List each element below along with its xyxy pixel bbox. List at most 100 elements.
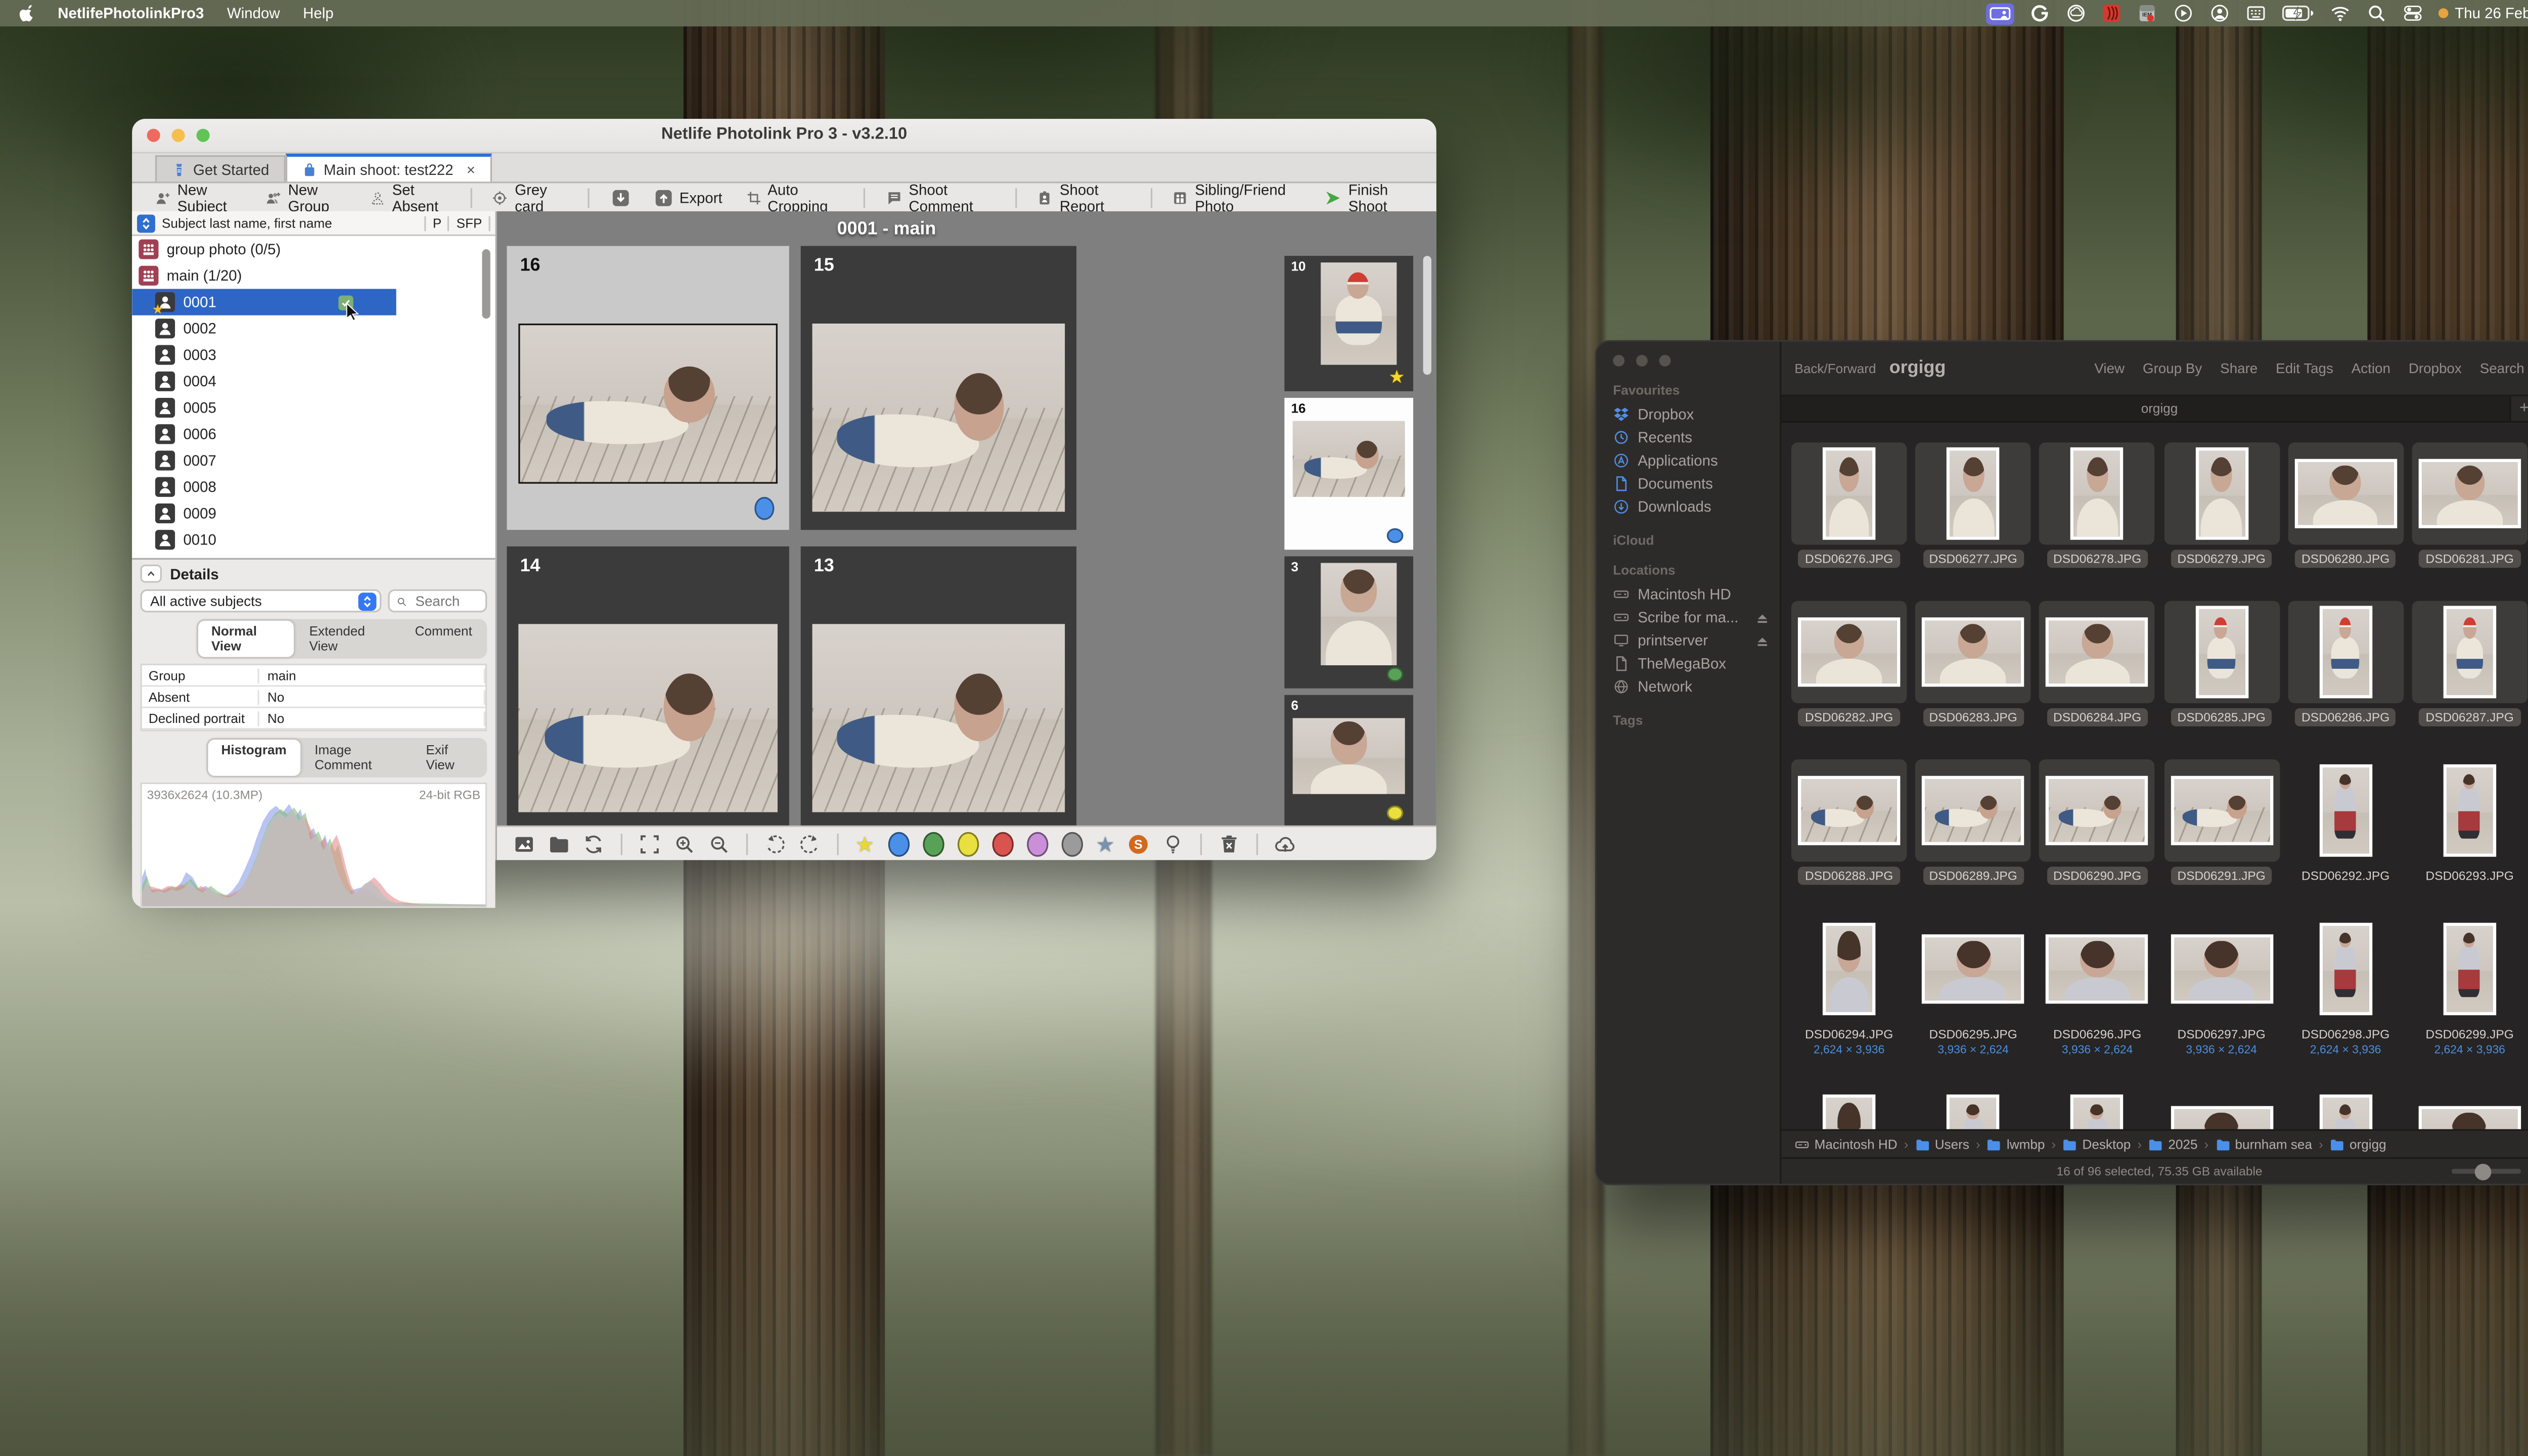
path-item-burnham-sea[interactable]: burnham sea xyxy=(2215,1136,2312,1152)
file-thumbnail[interactable] xyxy=(2412,759,2527,861)
color-tag-dot[interactable] xyxy=(922,831,944,856)
finder-action-view[interactable]: View xyxy=(2094,360,2125,377)
cloud-upload-icon[interactable] xyxy=(1275,833,1296,854)
finder-action-search[interactable]: Search xyxy=(2480,360,2524,377)
file-dsd06279-jpg[interactable]: DSD06279.JPG xyxy=(2163,442,2279,568)
color-tag-dot[interactable] xyxy=(1026,831,1048,856)
finder-action-edit-tags[interactable]: Edit Tags xyxy=(2276,360,2333,377)
filmstrip-card-16[interactable]: 16 xyxy=(1284,397,1414,550)
tab-comment[interactable]: Comment xyxy=(401,621,485,657)
export-button[interactable]: Export xyxy=(643,185,732,211)
file-dsd06288-jpg[interactable]: DSD06288.JPG xyxy=(1791,759,1907,885)
file-partial[interactable] xyxy=(2412,1089,2527,1129)
file-thumbnail[interactable] xyxy=(2288,759,2404,861)
file-partial[interactable] xyxy=(2163,1089,2279,1129)
path-item-macintosh-hd[interactable]: Macintosh HD xyxy=(1794,1136,1898,1152)
file-thumbnail[interactable] xyxy=(2040,918,2155,1020)
photo-card-16[interactable]: 16 xyxy=(507,246,789,530)
file-thumbnail[interactable] xyxy=(2163,601,2279,704)
file-thumbnail[interactable] xyxy=(2039,442,2155,545)
file-thumbnail[interactable] xyxy=(2288,1089,2404,1129)
file-thumbnail[interactable] xyxy=(1915,918,2031,1020)
photo-card-13[interactable]: 13 xyxy=(800,546,1076,831)
color-marker[interactable] xyxy=(754,496,775,520)
path-item-lwmbp[interactable]: lwmbp xyxy=(1987,1136,2045,1152)
sidebar-item-applications[interactable]: Applications xyxy=(1613,449,1780,472)
collapse-details-button[interactable] xyxy=(140,564,162,583)
file-thumbnail[interactable] xyxy=(1791,759,1907,862)
file-thumbnail[interactable] xyxy=(2039,759,2155,862)
file-thumbnail[interactable] xyxy=(1915,759,2031,862)
search-input[interactable] xyxy=(412,590,479,611)
file-dsd06298-jpg[interactable]: DSD06298.JPG 2,624 × 3,936 xyxy=(2288,918,2404,1057)
tab-extended-view[interactable]: Extended View xyxy=(296,621,400,657)
menu-app-name[interactable]: NetlifePhotolinkPro3 xyxy=(58,5,204,22)
image-icon[interactable] xyxy=(514,833,535,854)
apple-menu-icon[interactable] xyxy=(17,4,35,23)
file-thumbnail[interactable] xyxy=(1915,1089,2031,1129)
subject-list-header[interactable]: Subject last name, first name P SFP xyxy=(132,211,495,236)
file-partial[interactable] xyxy=(2288,1089,2404,1129)
sibling-friend-photo-button[interactable]: Sibling/Friend Photo xyxy=(1163,181,1311,214)
zoom-in-icon[interactable] xyxy=(673,833,695,854)
finder-close-button[interactable] xyxy=(1613,355,1625,367)
bulb-icon[interactable] xyxy=(1163,833,1184,854)
file-dsd06284-jpg[interactable]: DSD06284.JPG xyxy=(2039,601,2155,726)
file-dsd06286-jpg[interactable]: DSD06286.JPG xyxy=(2287,601,2404,726)
file-dsd06294-jpg[interactable]: DSD06294.JPG 2,624 × 3,936 xyxy=(1791,918,1907,1057)
color-tag-dot[interactable] xyxy=(957,831,979,856)
path-item-users[interactable]: Users xyxy=(1915,1136,1969,1152)
file-dsd06276-jpg[interactable]: DSD06276.JPG xyxy=(1791,442,1907,568)
grey-card-button[interactable]: Grey card xyxy=(483,181,576,214)
account-circle-icon[interactable] xyxy=(2209,4,2230,23)
finish-shoot-button[interactable]: Finish Shoot xyxy=(1314,181,1423,214)
photo-thumbnail[interactable] xyxy=(518,324,778,484)
file-dsd06278-jpg[interactable]: DSD06278.JPG xyxy=(2039,442,2155,568)
finder-action-action[interactable]: Action xyxy=(2352,360,2390,377)
file-dsd06280-jpg[interactable]: DSD06280.JPG xyxy=(2287,442,2404,568)
shoot-comment-button[interactable]: Shoot Comment xyxy=(877,181,1003,214)
subject-row-0002[interactable]: 0002 xyxy=(132,315,495,342)
file-thumbnail[interactable] xyxy=(1915,601,2031,704)
path-item-2025[interactable]: 2025 xyxy=(2148,1136,2197,1152)
sidebar-item-scribe-for-ma[interactable]: Scribe for ma... xyxy=(1613,606,1780,629)
file-thumbnail[interactable] xyxy=(1791,918,1907,1020)
red-media-icon[interactable] xyxy=(2102,4,2121,23)
file-dsd06285-jpg[interactable]: DSD06285.JPG xyxy=(2163,601,2279,726)
sidebar-item-themegabox[interactable]: TheMegaBox xyxy=(1613,652,1780,675)
file-thumbnail[interactable] xyxy=(1791,601,1907,704)
new-tab-button[interactable]: + xyxy=(2509,396,2528,421)
battery-icon[interactable] xyxy=(2281,4,2314,23)
file-thumbnail[interactable] xyxy=(2412,601,2527,704)
filmstrip-card-6[interactable]: 6 xyxy=(1284,695,1414,827)
sidebar-item-network[interactable]: Network xyxy=(1613,675,1780,699)
file-dsd06282-jpg[interactable]: DSD06282.JPG xyxy=(1791,601,1907,726)
wifi-icon[interactable] xyxy=(2329,4,2351,23)
file-thumbnail[interactable] xyxy=(2287,601,2404,704)
file-dsd06287-jpg[interactable]: DSD06287.JPG xyxy=(2412,601,2527,726)
file-thumbnail[interactable] xyxy=(2412,442,2527,545)
file-dsd06293-jpg[interactable]: DSD06293.JPG xyxy=(2412,759,2527,885)
grammarly-icon[interactable] xyxy=(2029,4,2050,23)
filmstrip-card-3[interactable]: 3 xyxy=(1284,556,1414,689)
slider-knob[interactable] xyxy=(2474,1163,2492,1180)
file-thumbnail[interactable] xyxy=(2040,1089,2155,1129)
file-partial[interactable] xyxy=(1791,1089,1907,1129)
filmstrip-card-10[interactable]: 10 ★ xyxy=(1284,256,1414,391)
file-dsd06283-jpg[interactable]: DSD06283.JPG xyxy=(1915,601,2031,726)
file-dsd06289-jpg[interactable]: DSD06289.JPG xyxy=(1915,759,2031,885)
file-dsd06297-jpg[interactable]: DSD06297.JPG 3,936 × 2,624 xyxy=(2163,918,2279,1057)
control-center-icon[interactable] xyxy=(2402,4,2423,23)
details-search-box[interactable] xyxy=(388,589,487,613)
color-tag-dot[interactable] xyxy=(991,831,1013,856)
file-thumbnail[interactable] xyxy=(2287,442,2404,545)
star-tag-icon[interactable]: ★ xyxy=(855,833,874,854)
sidebar-item-downloads[interactable]: Downloads xyxy=(1613,495,1780,519)
folder-icon[interactable] xyxy=(548,833,569,854)
color-marker[interactable] xyxy=(1386,667,1404,682)
file-dsd06295-jpg[interactable]: DSD06295.JPG 3,936 × 2,624 xyxy=(1915,918,2031,1057)
file-dsd06296-jpg[interactable]: DSD06296.JPG 3,936 × 2,624 xyxy=(2040,918,2155,1057)
photo-thumbnail[interactable] xyxy=(1321,563,1397,665)
finder-zoom-button[interactable] xyxy=(1659,355,1671,367)
file-dsd06277-jpg[interactable]: DSD06277.JPG xyxy=(1915,442,2031,568)
